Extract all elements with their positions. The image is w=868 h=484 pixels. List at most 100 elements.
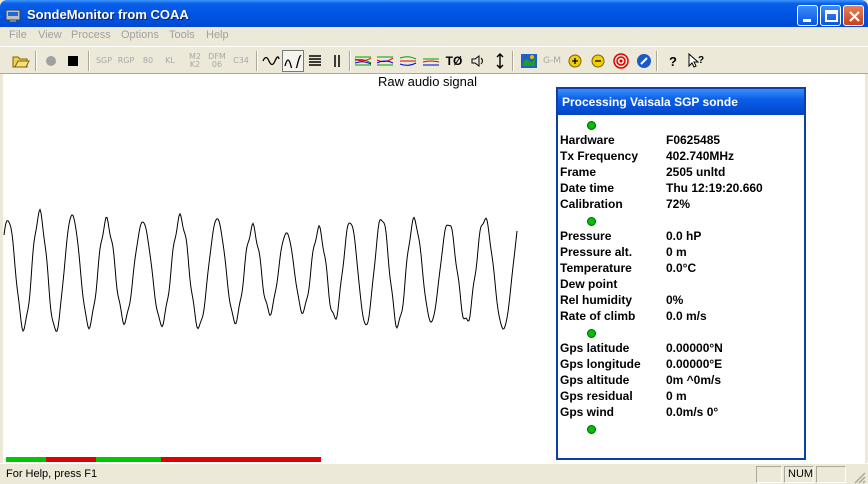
- info-label: Calibration: [560, 197, 623, 211]
- info-label: Pressure alt.: [560, 245, 633, 259]
- sine-wave-icon: [262, 56, 280, 66]
- close-icon: [849, 11, 860, 22]
- map-icon: [521, 54, 537, 68]
- bars-view-button[interactable]: [326, 50, 348, 72]
- toolbar: SGP RGP 80 KL M2 K2 DFM 06 C34 TØ G-M ? …: [0, 46, 868, 74]
- info-value: 0m ^0m/s: [666, 373, 722, 387]
- info-label: Gps altitude: [560, 373, 630, 387]
- progress-segment-green: [96, 457, 161, 462]
- target-button[interactable]: [610, 50, 632, 72]
- menu-view[interactable]: View: [38, 29, 62, 41]
- close-button[interactable]: [843, 5, 864, 26]
- kl-button[interactable]: KL: [159, 50, 181, 72]
- menu-tools[interactable]: Tools: [169, 29, 195, 41]
- window-title: SondeMonitor from COAA: [27, 7, 189, 22]
- info-label: Rel humidity: [560, 293, 633, 307]
- about-button[interactable]: ?: [662, 50, 684, 72]
- compass-icon: [637, 54, 651, 68]
- rs80-button[interactable]: 80: [137, 50, 159, 72]
- info-label: Tx Frequency: [560, 149, 639, 163]
- graph-icon: [399, 56, 417, 66]
- info-value: 0.0 m/s: [666, 309, 707, 323]
- status-led-icon: [587, 329, 596, 338]
- menu-help[interactable]: Help: [206, 29, 229, 41]
- chart-title: Raw audio signal: [378, 74, 478, 89]
- info-label: Frame: [560, 165, 597, 179]
- raw-audio-button[interactable]: [282, 50, 304, 72]
- c34-icon: C34: [233, 56, 249, 65]
- bars-icon: [334, 55, 340, 67]
- gm-button[interactable]: G-M: [541, 50, 563, 72]
- minimize-icon: [803, 19, 811, 22]
- record-icon: [46, 56, 56, 66]
- zoom-in-button[interactable]: [564, 50, 586, 72]
- num-lock-indicator: NUM: [784, 466, 814, 483]
- sound-button[interactable]: [467, 50, 489, 72]
- info-label: Temperature: [560, 261, 632, 275]
- menu-options[interactable]: Options: [121, 29, 159, 41]
- context-help-button[interactable]: ?: [685, 50, 707, 72]
- compass-button[interactable]: [633, 50, 655, 72]
- m2k2-icon: M2 K2: [189, 52, 201, 69]
- dfm-button[interactable]: DFM 06: [206, 50, 228, 72]
- question-mark-icon: ?: [669, 53, 677, 69]
- rs80-icon: 80: [142, 56, 154, 65]
- info-value: 0.0 hP: [666, 229, 702, 243]
- graph-icon: [422, 58, 440, 66]
- resize-grip-icon[interactable]: [852, 470, 866, 484]
- info-label: Gps wind: [560, 405, 614, 419]
- graph-1-button[interactable]: [352, 50, 374, 72]
- title-bar[interactable]: SondeMonitor from COAA: [0, 0, 868, 30]
- maximize-button[interactable]: [820, 5, 841, 26]
- info-value: 72%: [666, 197, 691, 211]
- map-button[interactable]: [518, 50, 540, 72]
- sine-view-button[interactable]: [260, 50, 282, 72]
- status-led-icon: [587, 121, 596, 130]
- dfm-icon: DFM 06: [208, 52, 226, 69]
- lines-icon: [309, 55, 321, 66]
- info-value: 402.740MHz: [666, 149, 735, 163]
- progress-segment-green: [6, 457, 46, 462]
- sonde-info-panel[interactable]: Processing Vaisala SGP sonde Hardware F06…: [556, 87, 806, 460]
- tgo-button[interactable]: TØ: [443, 50, 465, 72]
- zoom-out-icon: [591, 54, 605, 68]
- menu-process[interactable]: Process: [71, 29, 111, 41]
- info-label: Hardware: [560, 133, 615, 147]
- graph-4-button[interactable]: [420, 50, 442, 72]
- info-value: 0.00000°E: [666, 357, 723, 371]
- up-down-arrow-icon: [496, 53, 504, 69]
- graph-2-button[interactable]: [374, 50, 396, 72]
- scale-button[interactable]: [489, 50, 511, 72]
- stop-button[interactable]: [62, 50, 84, 72]
- speaker-icon: [471, 55, 483, 67]
- rgp-icon: RGP: [117, 56, 135, 65]
- info-label: Rate of climb: [560, 309, 636, 323]
- zoom-out-button[interactable]: [587, 50, 609, 72]
- info-value: 2505 unltd: [666, 165, 726, 179]
- info-label: Date time: [560, 181, 615, 195]
- menu-file[interactable]: File: [9, 29, 27, 41]
- info-value: 0%: [666, 293, 684, 307]
- graph-icon: [354, 56, 372, 66]
- status-led-icon: [587, 217, 596, 226]
- sgp-button[interactable]: SGP: [93, 50, 115, 72]
- m2k2-button[interactable]: M2 K2: [184, 50, 206, 72]
- progress-segment-red: [161, 457, 321, 462]
- status-pane-empty: [756, 466, 782, 483]
- bits-view-button[interactable]: [304, 50, 326, 72]
- c34-button[interactable]: C34: [230, 50, 252, 72]
- sgp-icon: SGP: [95, 56, 113, 65]
- raw-audio-waveform: [3, 208, 518, 333]
- stop-icon: [68, 56, 78, 66]
- record-button[interactable]: [40, 50, 62, 72]
- app-icon[interactable]: [5, 7, 21, 23]
- minimize-button[interactable]: [797, 5, 818, 26]
- buffer-progress: [6, 457, 321, 462]
- graph-3-button[interactable]: [397, 50, 419, 72]
- zoom-in-icon: [568, 54, 582, 68]
- info-value: F0625485: [666, 133, 721, 147]
- open-button[interactable]: [10, 50, 32, 72]
- tgo-icon: TØ: [445, 54, 463, 68]
- info-value: 0.0°C: [666, 261, 697, 275]
- rgp-button[interactable]: RGP: [115, 50, 137, 72]
